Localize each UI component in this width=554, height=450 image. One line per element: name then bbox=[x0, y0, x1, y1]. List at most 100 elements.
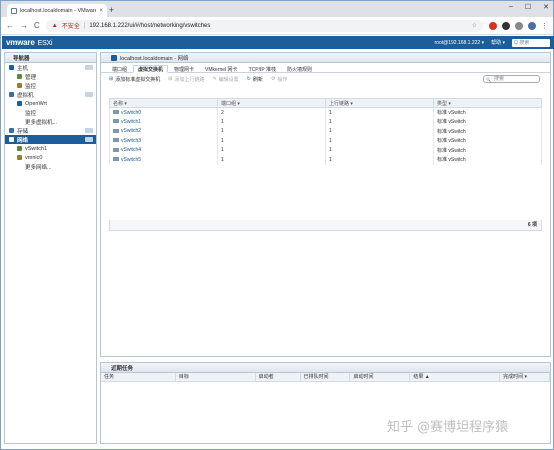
reload-icon[interactable]: C bbox=[34, 21, 40, 30]
favicon-icon bbox=[11, 7, 17, 14]
vswitch-icon bbox=[113, 119, 119, 124]
nav-item[interactable]: 监控 bbox=[5, 108, 96, 117]
window-controls: – ☐ ✕ bbox=[509, 3, 549, 11]
tab-strip: localhost.localdomain - VMware × + – ☐ ✕ bbox=[1, 1, 553, 17]
cell-name[interactable]: vSwitch4 bbox=[109, 145, 218, 155]
cell-uplinks: 1 bbox=[325, 155, 434, 165]
profile-avatar-icon[interactable] bbox=[528, 21, 536, 30]
cell-portgroups: 2 bbox=[217, 107, 326, 117]
table-row[interactable]: vSwitch5 1 1 标准 vSwitch bbox=[109, 155, 542, 165]
nav-item[interactable]: vmnic0 bbox=[5, 153, 96, 162]
nav-item-label: 更多网络... bbox=[25, 164, 52, 171]
menu-icon[interactable]: ⋮ bbox=[541, 22, 548, 30]
security-label: 不安全 bbox=[61, 24, 80, 30]
table-row[interactable]: vSwitch3 1 1 标准 vSwitch bbox=[109, 136, 542, 146]
global-search-input[interactable]: Q 搜索 bbox=[512, 38, 550, 47]
cell-uplinks: 1 bbox=[325, 107, 434, 117]
task-column-header[interactable]: 启动者 bbox=[256, 373, 301, 381]
table-row[interactable]: vSwitch4 1 1 标准 vSwitch bbox=[109, 145, 542, 155]
bookmark-star-icon[interactable]: ☆ bbox=[472, 22, 477, 29]
task-column-header[interactable]: 完成时间 ▾ bbox=[500, 373, 550, 381]
column-portgroups[interactable]: 端口组 ▾ bbox=[217, 98, 326, 108]
nav-item-label: vSwitch1 bbox=[25, 145, 48, 152]
watermark: 知乎 @赛博坦程序猿 bbox=[387, 420, 509, 435]
nav-item[interactable]: vSwitch1 bbox=[5, 144, 96, 153]
nav-item[interactable]: 更多网络... bbox=[5, 162, 96, 171]
cell-name[interactable]: vSwitch3 bbox=[109, 136, 218, 146]
nav-item-label: OpenWrt bbox=[25, 100, 47, 107]
refresh-button[interactable]: ↻ 刷新 bbox=[247, 76, 263, 83]
tab-tcpip-stacks[interactable]: TCP/IP 堆栈 bbox=[244, 65, 281, 73]
column-uplinks[interactable]: 上行链路 ▾ bbox=[325, 98, 434, 108]
nav-item-icon bbox=[17, 146, 22, 151]
navigator-title: 导航器 bbox=[5, 53, 96, 63]
cell-uplinks: 1 bbox=[325, 136, 434, 146]
vmware-logo: vmware ESXi bbox=[6, 38, 53, 47]
vswitch-icon bbox=[113, 157, 119, 162]
nav-item-icon bbox=[9, 137, 14, 142]
extension-gray-icon[interactable] bbox=[515, 21, 523, 30]
maximize-icon[interactable]: ☐ bbox=[525, 3, 531, 11]
nav-item-label: 监控 bbox=[25, 83, 37, 90]
minimize-icon[interactable]: – bbox=[509, 3, 513, 11]
task-column-header[interactable]: 结果 ▲ bbox=[410, 373, 501, 381]
help-menu[interactable]: 帮助 ▾ bbox=[491, 39, 505, 46]
nav-item[interactable]: 主机 bbox=[5, 63, 96, 72]
table-row[interactable]: vSwitch1 1 1 标准 vSwitch bbox=[109, 117, 542, 127]
browser-tab[interactable]: localhost.localdomain - VMware × bbox=[7, 4, 107, 17]
add-uplink-button[interactable]: ⊞ 添加上行链路 bbox=[168, 76, 204, 83]
networking-panel: localhost.localdomain - 网络 端口组 虚拟交换机 物理网… bbox=[100, 52, 551, 357]
vswitch-icon bbox=[113, 138, 119, 143]
extension-red-icon[interactable] bbox=[489, 21, 497, 30]
nav-item[interactable]: OpenWrt bbox=[5, 99, 96, 108]
nav-item-badge bbox=[85, 65, 93, 70]
tab-title: localhost.localdomain - VMware bbox=[20, 7, 97, 14]
extension-dark-icon[interactable] bbox=[502, 21, 510, 30]
forward-icon[interactable]: → bbox=[20, 21, 28, 30]
cell-name[interactable]: vSwitch1 bbox=[109, 117, 218, 127]
column-name[interactable]: 名称 ▾ bbox=[109, 98, 218, 108]
nav-item[interactable]: 网络 bbox=[5, 135, 96, 144]
back-icon[interactable]: ← bbox=[6, 21, 14, 30]
close-window-icon[interactable]: ✕ bbox=[543, 3, 549, 11]
extensions: ⋮ bbox=[489, 21, 548, 30]
cell-name[interactable]: vSwitch5 bbox=[109, 155, 218, 165]
add-switch-icon: ⊞ bbox=[109, 76, 114, 82]
tab-firewall-rules[interactable]: 防火墙规则 bbox=[282, 65, 317, 73]
task-column-header[interactable]: 目标 bbox=[176, 373, 256, 381]
tab-vmkernel-nics[interactable]: VMkernel 网卡 bbox=[200, 65, 243, 73]
nav-item-label: 管理 bbox=[25, 74, 37, 81]
navigator-pane: 导航器 主机 管理 监控 虚拟机 OpenWrt 监控 更多虚拟机... 存储 网络 vSwitc… bbox=[4, 52, 97, 444]
add-switch-button[interactable]: ⊞ 添加标准虚拟交换机 bbox=[109, 76, 160, 83]
tab-port-groups[interactable]: 端口组 bbox=[107, 65, 132, 73]
close-tab-icon[interactable]: × bbox=[99, 8, 103, 14]
url-field[interactable]: ▲ 不安全 | 192.168.1.222/ui/#/host/networki… bbox=[45, 19, 483, 32]
nav-item-icon bbox=[17, 74, 22, 79]
table-row[interactable]: vSwitch2 1 1 标准 vSwitch bbox=[109, 126, 542, 136]
cell-portgroups: 1 bbox=[217, 136, 326, 146]
nav-item[interactable]: 更多虚拟机... bbox=[5, 117, 96, 126]
nav-item[interactable]: 监控 bbox=[5, 81, 96, 90]
refresh-icon: ↻ bbox=[246, 76, 251, 82]
table-search-input[interactable]: 搜索 bbox=[483, 75, 540, 83]
nav-item[interactable]: 存储 bbox=[5, 126, 96, 135]
table-row[interactable]: vSwitch0 2 1 标准 vSwitch bbox=[109, 107, 542, 117]
tab-physical-nics[interactable]: 物理网卡 bbox=[169, 65, 199, 73]
task-column-header[interactable]: 启动时间 bbox=[350, 373, 411, 381]
cell-name[interactable]: vSwitch0 bbox=[109, 107, 218, 117]
column-type[interactable]: 类型 ▾ bbox=[433, 98, 542, 108]
task-column-header[interactable]: 任务 bbox=[101, 373, 176, 381]
user-menu[interactable]: root@192.168.1.222 ▾ bbox=[435, 40, 485, 46]
cell-name[interactable]: vSwitch2 bbox=[109, 126, 218, 136]
actions-button[interactable]: ⚙ 操作 bbox=[271, 76, 288, 83]
new-tab-button[interactable]: + bbox=[109, 4, 114, 16]
tab-virtual-switches[interactable]: 虚拟交换机 bbox=[133, 65, 169, 73]
nav-item[interactable]: 虚拟机 bbox=[5, 90, 96, 99]
address-bar: ← → C ▲ 不安全 | 192.168.1.222/ui/#/host/ne… bbox=[1, 17, 553, 35]
nav-item[interactable]: 管理 bbox=[5, 72, 96, 81]
navigator-list: 主机 管理 监控 虚拟机 OpenWrt 监控 更多虚拟机... 存储 网络 vSwitch1 vm… bbox=[5, 63, 96, 171]
edit-settings-button[interactable]: ✎ 编辑设置 bbox=[212, 76, 238, 83]
panel-title-bar: localhost.localdomain - 网络 bbox=[101, 53, 550, 63]
network-icon bbox=[111, 54, 117, 61]
task-column-header[interactable]: 已排队时间 bbox=[301, 373, 351, 381]
